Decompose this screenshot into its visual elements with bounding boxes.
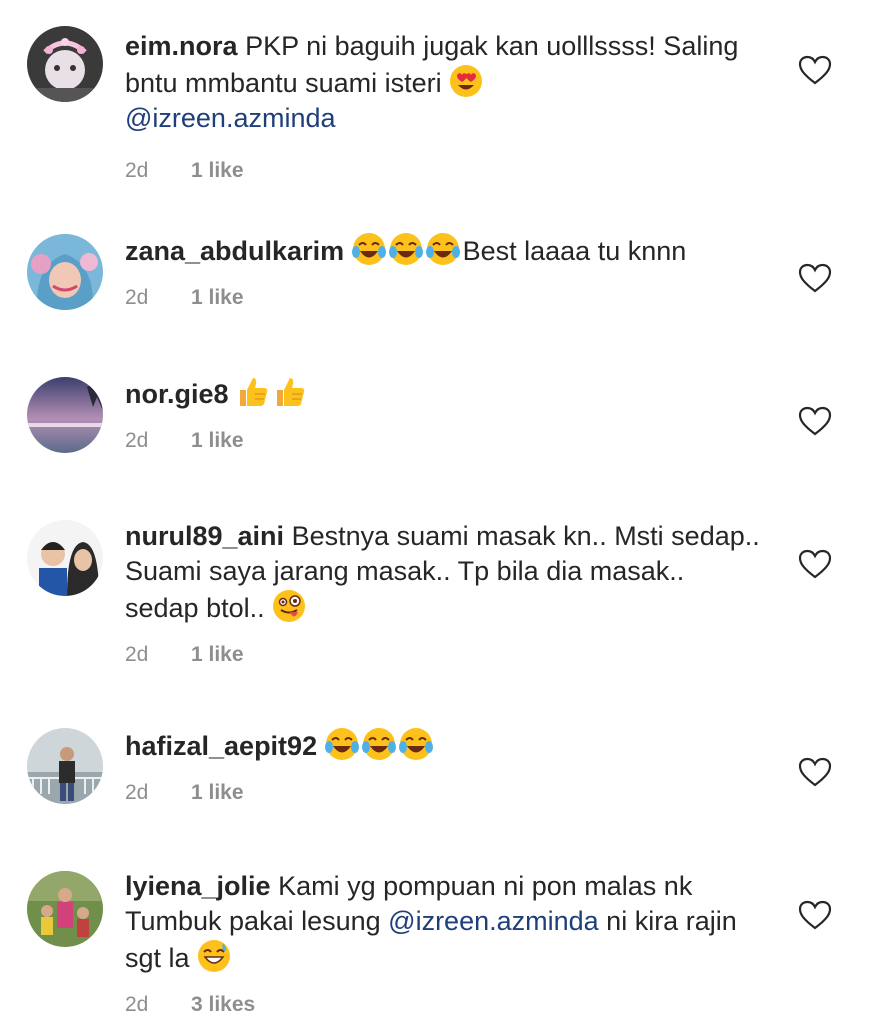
avatar[interactable] bbox=[27, 728, 103, 804]
laughing-tears-emoji-icon bbox=[388, 232, 423, 266]
comment-likes[interactable]: 1 like bbox=[191, 429, 244, 453]
heart-outline-icon[interactable] bbox=[798, 55, 832, 85]
mention-link[interactable]: @izreen.azminda bbox=[388, 906, 599, 936]
comment-meta: 2d 1 like bbox=[125, 429, 765, 453]
avatar[interactable] bbox=[27, 520, 103, 596]
comment-time: 2d bbox=[125, 159, 149, 182]
comment-time: 2d bbox=[125, 643, 149, 666]
avatar[interactable] bbox=[27, 234, 103, 310]
avatar[interactable] bbox=[27, 871, 103, 947]
comment-likes[interactable]: 1 like bbox=[191, 159, 244, 183]
winking-tongue-emoji-icon bbox=[272, 589, 306, 623]
comment-time: 2d bbox=[125, 429, 149, 452]
comment-meta: 2d 1 like bbox=[125, 643, 765, 667]
comment-likes[interactable]: 1 like bbox=[191, 781, 244, 805]
comment-meta: 2d 1 like bbox=[125, 286, 765, 310]
comment-time: 2d bbox=[125, 286, 149, 309]
thumbs-up-emoji-icon bbox=[236, 375, 270, 409]
laughing-tears-emoji-icon bbox=[351, 232, 386, 266]
comment-username[interactable]: eim.nora bbox=[125, 31, 238, 61]
laughing-tears-emoji-icon bbox=[398, 727, 433, 761]
comment-username[interactable]: nor.gie8 bbox=[125, 379, 229, 409]
comment-username[interactable]: hafizal_aepit92 bbox=[125, 731, 317, 761]
comment-likes[interactable]: 1 like bbox=[191, 643, 244, 667]
comment-meta: 2d 1 like bbox=[125, 159, 765, 183]
heart-outline-icon[interactable] bbox=[798, 549, 832, 579]
heart-outline-icon[interactable] bbox=[798, 263, 832, 293]
comment-body: Best laaaa tu knnn bbox=[462, 236, 687, 266]
heart-outline-icon[interactable] bbox=[798, 900, 832, 930]
avatar[interactable] bbox=[27, 26, 103, 102]
comment-meta: 2d 1 like bbox=[125, 781, 765, 805]
comment-text: hafizal_aepit92 bbox=[125, 727, 765, 764]
avatar[interactable] bbox=[27, 377, 103, 453]
comment-likes[interactable]: 1 like bbox=[191, 286, 244, 310]
comment-likes[interactable]: 3 likes bbox=[191, 993, 255, 1017]
heart-eyes-emoji-icon bbox=[449, 64, 483, 98]
grinning-sweat-emoji-icon bbox=[197, 939, 231, 973]
thumbs-up-emoji-icon bbox=[273, 375, 307, 409]
comment-text: nor.gie8 bbox=[125, 375, 765, 412]
heart-outline-icon[interactable] bbox=[798, 406, 832, 436]
comment-text: lyiena_jolie Kami yg pompuan ni pon mala… bbox=[125, 869, 765, 976]
comment-text: zana_abdulkarim Best laaaa tu knnn bbox=[125, 232, 765, 269]
comment-username[interactable]: nurul89_aini bbox=[125, 521, 284, 551]
comment-username[interactable]: zana_abdulkarim bbox=[125, 236, 344, 266]
laughing-tears-emoji-icon bbox=[425, 232, 460, 266]
laughing-tears-emoji-icon bbox=[361, 727, 396, 761]
comment-time: 2d bbox=[125, 993, 149, 1016]
comment-username[interactable]: lyiena_jolie bbox=[125, 871, 271, 901]
laughing-tears-emoji-icon bbox=[324, 727, 359, 761]
comment-text: nurul89_aini Bestnya suami masak kn.. Ms… bbox=[125, 519, 765, 626]
comment-meta: 2d 3 likes bbox=[125, 993, 765, 1017]
heart-outline-icon[interactable] bbox=[798, 757, 832, 787]
comment-text: eim.nora PKP ni baguih jugak kan uolllss… bbox=[125, 29, 765, 136]
mention-link[interactable]: @izreen.azminda bbox=[125, 103, 336, 133]
comment-time: 2d bbox=[125, 781, 149, 804]
